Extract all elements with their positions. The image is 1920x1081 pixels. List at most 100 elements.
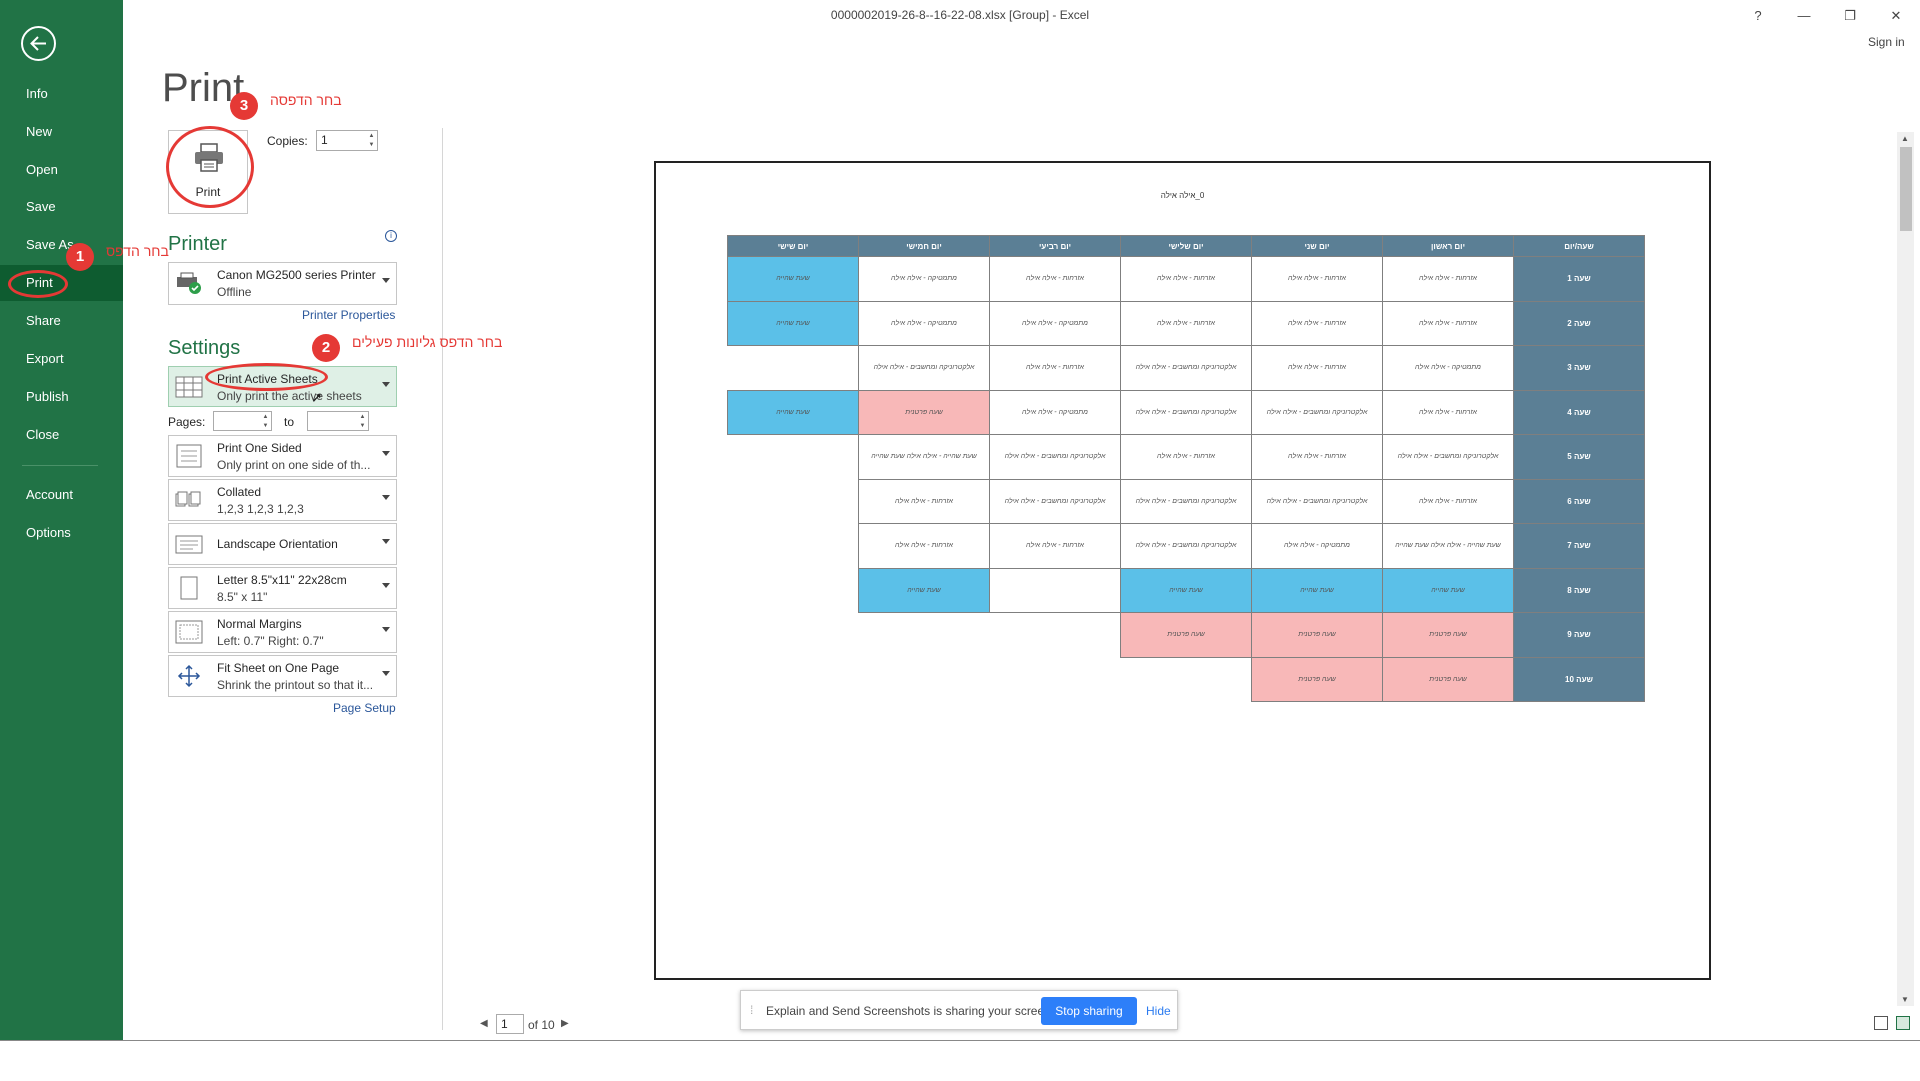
chevron-down-icon [382, 539, 390, 544]
margins-dropdown[interactable]: Normal Margins Left: 0.7" Right: 0.7" [168, 611, 397, 653]
sidebar-item-open[interactable]: Open [0, 152, 123, 188]
sidebar-item-close[interactable]: Close [0, 417, 123, 453]
hide-sharing-bar-button[interactable]: Hide [1146, 1004, 1171, 1018]
back-arrow-icon[interactable] [21, 26, 56, 61]
schedule-cell: שעה פרטנית [1382, 656, 1514, 702]
chevron-down-icon [382, 671, 390, 676]
scroll-down-icon[interactable]: ▼ [1901, 995, 1909, 1004]
schedule-cell: שעת שהייה - אילה אילה שעת שהייה [1382, 523, 1514, 569]
scroll-up-icon[interactable]: ▲ [1901, 134, 1909, 143]
schedule-cell: אלקטרוניקה ומחשבים - אילה אילה [989, 434, 1121, 480]
schedule-header-cell: יום שלישי [1120, 235, 1252, 257]
annotation-ring-print-nav [8, 270, 68, 298]
schedule-cell [859, 613, 990, 658]
schedule-cell: שעת שהייה [1382, 567, 1514, 613]
schedule-cell: שעת שהייה - אילה אילה שעת שהייה [858, 434, 990, 480]
minimize-icon[interactable]: — [1789, 6, 1819, 26]
schedule-cell: מתמטיקה - אילה אילה [858, 256, 990, 302]
spin-up-icon[interactable]: ▲ [261, 413, 270, 421]
pages-to-input[interactable]: ▲ ▼ [307, 411, 369, 431]
pages-label: Pages: [168, 415, 206, 429]
zoom-to-page-icon[interactable] [1896, 1016, 1910, 1030]
sidebar-item-info[interactable]: Info [0, 76, 123, 112]
margins-subtitle: Left: 0.7" Right: 0.7" [217, 634, 324, 648]
sidebar-item-new[interactable]: New [0, 114, 123, 150]
spin-down-icon[interactable]: ▼ [261, 422, 270, 430]
help-icon[interactable]: ? [1743, 6, 1773, 26]
page-setup-link[interactable]: Page Setup [333, 701, 396, 715]
collation-title: Collated [217, 485, 262, 499]
pages-from-input[interactable]: ▲ ▼ [213, 411, 272, 431]
sides-title: Print One Sided [217, 441, 302, 455]
sign-in-link[interactable]: Sign in [1868, 35, 1905, 49]
show-margins-icon[interactable] [1874, 1016, 1888, 1030]
scaling-title: Fit Sheet on One Page [217, 661, 340, 675]
annotation-step-2-text: בחר הדפס גליונות פעילים [352, 334, 503, 350]
schedule-cell: שעה פרטנית [1120, 612, 1252, 658]
schedule-cell [728, 524, 859, 569]
schedule-cell: אזרחות - אילה אילה [1382, 300, 1514, 346]
schedule-cell: אזרחות - אילה אילה [1251, 256, 1383, 302]
scrollbar-thumb[interactable] [1900, 147, 1912, 231]
schedule-cell: אלקטרוניקה ומחשבים - אילה אילה [989, 478, 1121, 524]
schedule-cell: שעת שהייה [1120, 567, 1252, 613]
schedule-row: שעה 7 שעת שהייה - אילה אילה שעת שהייה מתמט… [728, 523, 1645, 569]
schedule-cell: מתמטיקה - אילה אילה [989, 300, 1121, 346]
sidebar-item-publish[interactable]: Publish [0, 379, 123, 415]
landscape-icon [175, 535, 203, 554]
stop-sharing-button[interactable]: Stop sharing [1041, 997, 1137, 1025]
paper-size-dropdown[interactable]: Letter 8.5"x11" 22x28cm 8.5" x 11" [168, 567, 397, 609]
schedule-cell [728, 479, 859, 524]
spin-up-icon[interactable]: ▲ [367, 132, 376, 140]
orientation-dropdown[interactable]: Landscape Orientation [168, 523, 397, 565]
printer-properties-link[interactable]: Printer Properties [302, 308, 395, 322]
sidebar-item-save[interactable]: Save [0, 189, 123, 225]
schedule-cell: אזרחות - אילה אילה [858, 478, 990, 524]
close-icon[interactable]: ✕ [1881, 6, 1911, 26]
copies-label: Copies: [267, 134, 308, 148]
sides-dropdown[interactable]: Print One Sided Only print on one side o… [168, 435, 397, 477]
chevron-down-icon [382, 583, 390, 588]
collated-icon [175, 491, 201, 507]
sidebar-item-save-as[interactable]: Save As [0, 227, 123, 263]
sidebar-item-share[interactable]: Share [0, 303, 123, 339]
margins-icon [175, 620, 203, 644]
copies-input[interactable]: 1 ▲ ▼ [316, 130, 378, 151]
annotation-step-3-text: בחר הדפסה [270, 92, 342, 108]
previous-page-icon[interactable]: ◀ [480, 1018, 488, 1029]
one-sided-icon [176, 444, 202, 468]
paper-icon [180, 576, 198, 600]
scaling-dropdown[interactable]: Fit Sheet on One Page Shrink the printou… [168, 655, 397, 697]
preview-scrollbar[interactable] [1897, 132, 1914, 1006]
schedule-cell [990, 613, 1121, 658]
settings-heading: Settings [168, 337, 241, 359]
schedule-cell: אזרחות - אילה אילה [1120, 300, 1252, 346]
chevron-down-icon [382, 627, 390, 632]
margins-title: Normal Margins [217, 617, 302, 631]
hour-cell: שעה 1 [1513, 256, 1645, 302]
schedule-cell [728, 346, 859, 391]
sharing-message: Explain and Send Screenshots is sharing … [766, 1004, 1055, 1018]
sidebar-item-export[interactable]: Export [0, 341, 123, 377]
copies-value: 1 [321, 133, 328, 147]
current-page-input[interactable]: 1 [496, 1014, 524, 1034]
orientation-title: Landscape Orientation [217, 537, 338, 551]
next-page-icon[interactable]: ▶ [561, 1018, 569, 1029]
drag-handle-icon[interactable]: ⁞ [750, 1003, 753, 1017]
spin-down-icon[interactable]: ▼ [367, 141, 376, 149]
restore-icon[interactable]: ❐ [1835, 6, 1865, 26]
annotation-step-1-text: בחר הדפס [106, 243, 169, 259]
schedule-body: שעה 1 אזרחות - אילה אילה אזרחות - אילה איל… [727, 256, 1645, 702]
schedule-table: שעה/יום יום ראשון יום שני יום שלישי יום רביע… [727, 235, 1645, 702]
sidebar-item-account[interactable]: Account [0, 477, 123, 513]
info-icon[interactable]: i [385, 230, 397, 242]
printer-dropdown[interactable]: Canon MG2500 series Printer Offline [168, 262, 397, 305]
collation-dropdown[interactable]: Collated 1,2,3 1,2,3 1,2,3 [168, 479, 397, 521]
schedule-cell: אלקטרוניקה ומחשבים - אילה אילה [1120, 389, 1252, 435]
spin-down-icon[interactable]: ▼ [358, 422, 367, 430]
schedule-row: שעה 4 אזרחות - אילה אילה אלקטרוניקה ומחשבי… [727, 389, 1645, 435]
print-what-subtitle: Only print the active sheets [217, 389, 362, 403]
sidebar-item-options[interactable]: Options [0, 515, 123, 551]
spin-up-icon[interactable]: ▲ [358, 413, 367, 421]
schedule-cell: אלקטרוניקה ומחשבים - אילה אילה [1120, 523, 1252, 569]
